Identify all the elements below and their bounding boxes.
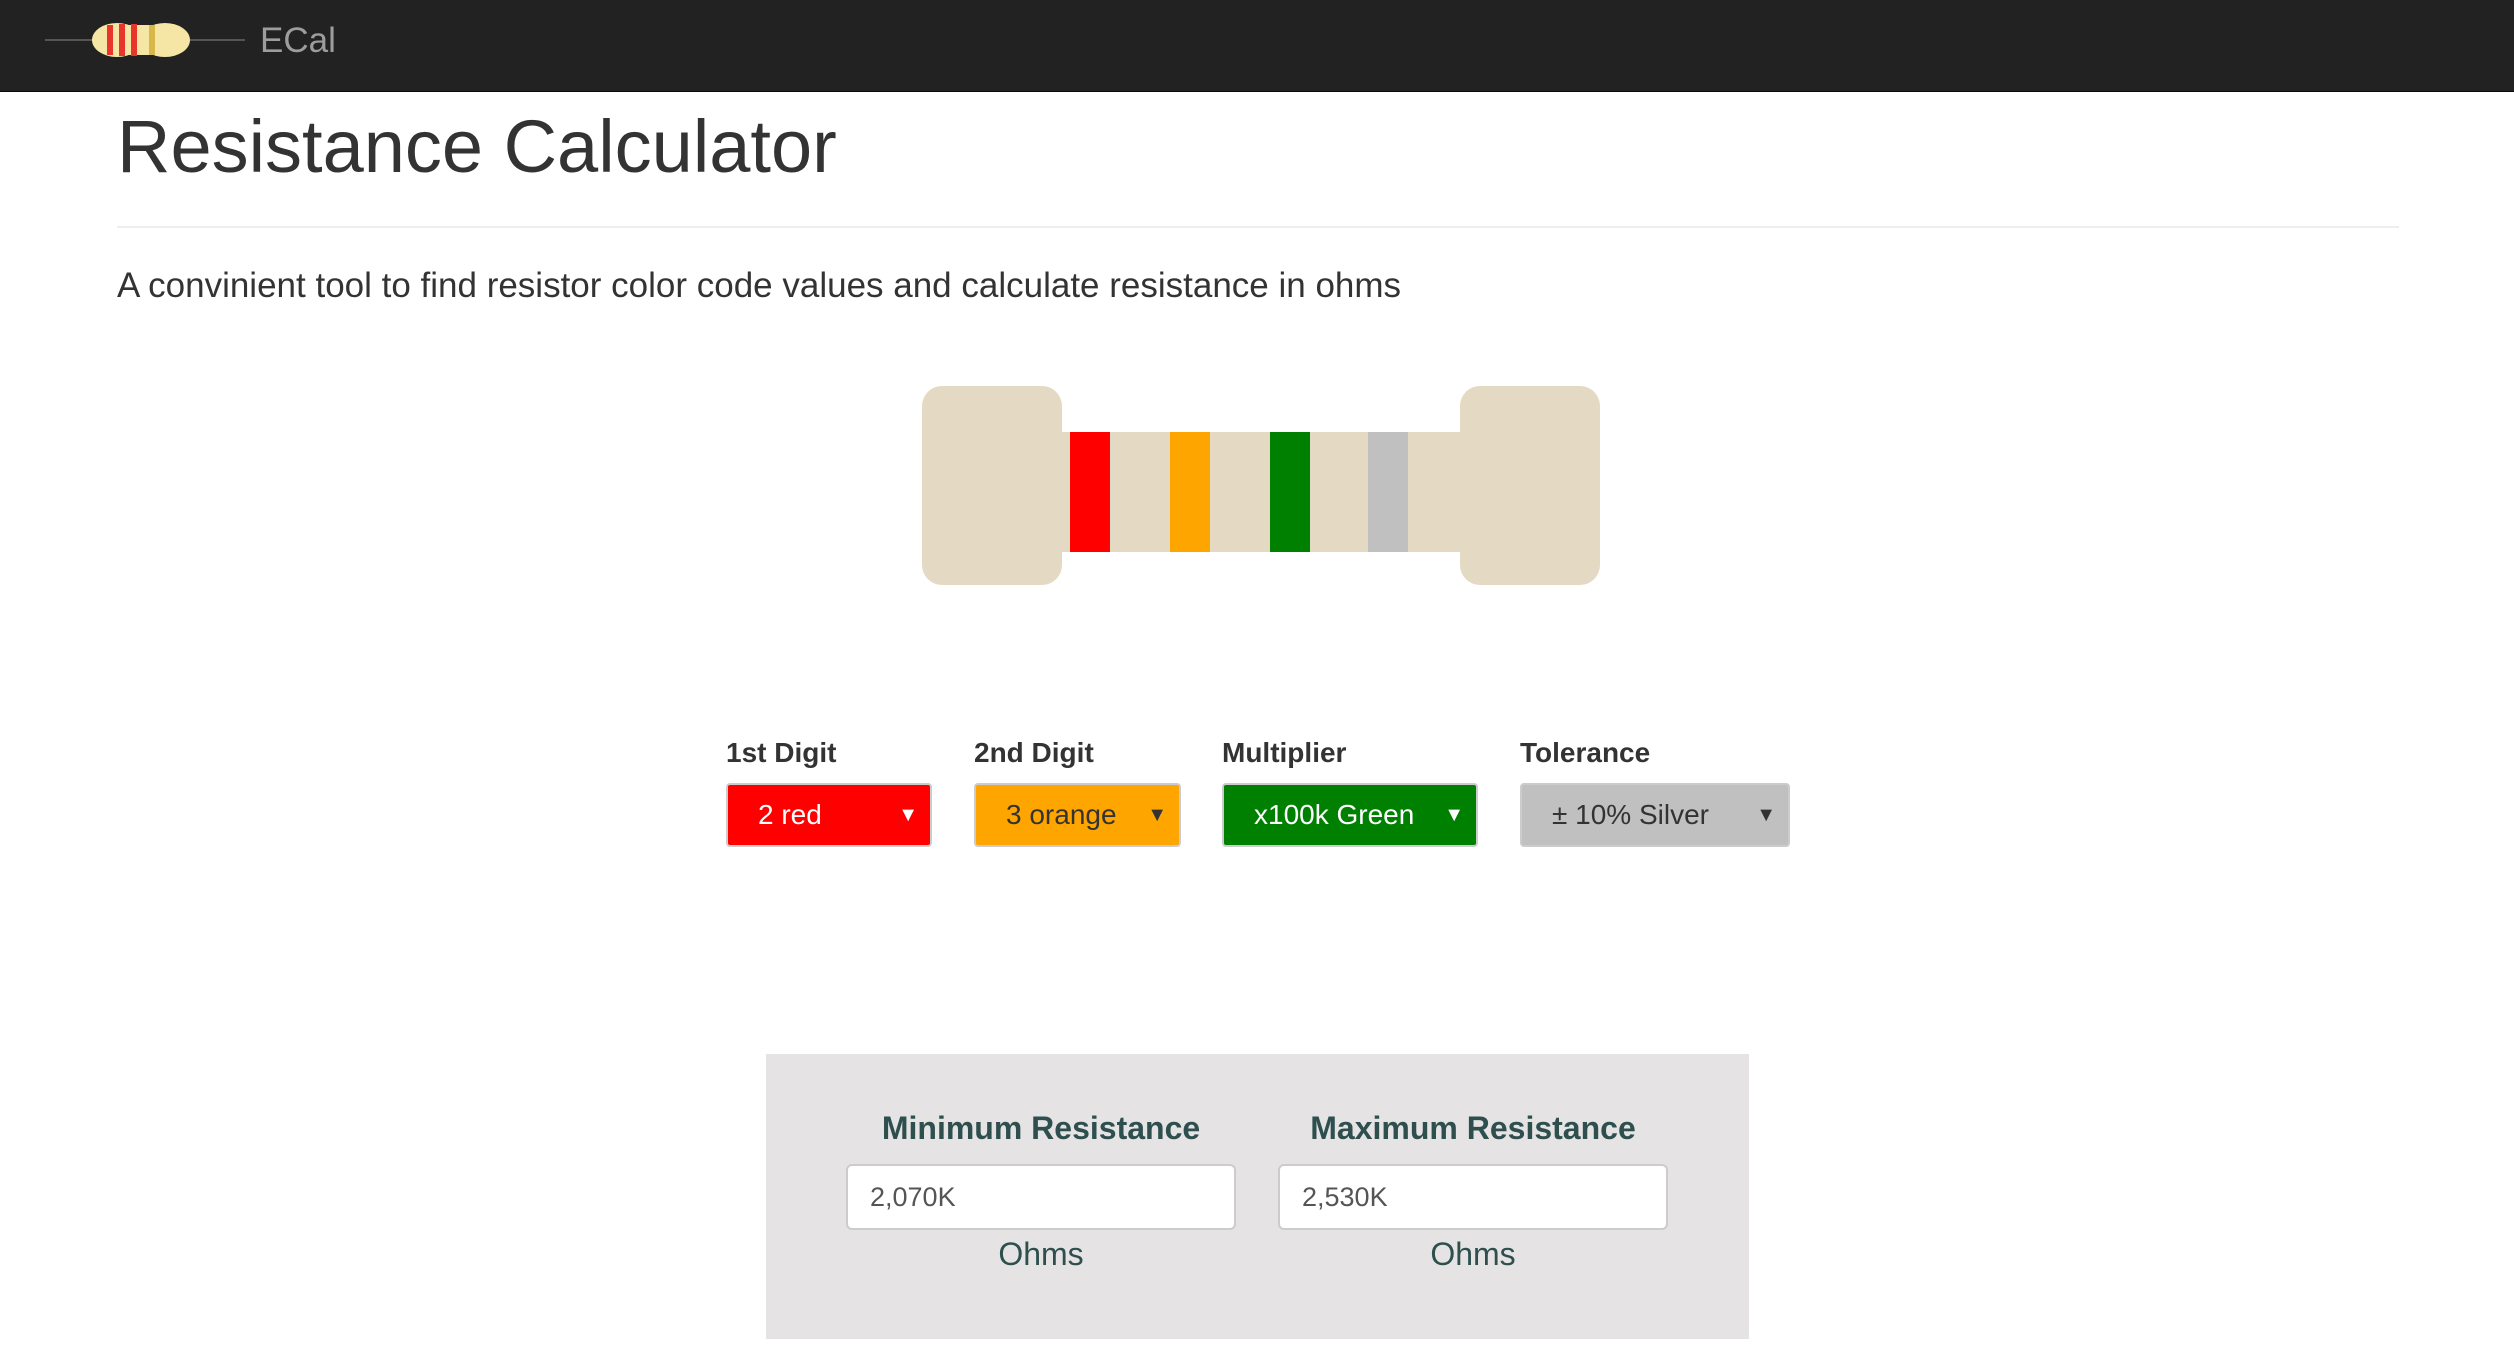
max-resistance-column: Maximum Resistance Ohms (1278, 1108, 1668, 1274)
page-title: Resistance Calculator (117, 105, 837, 188)
chevron-down-icon: ▼ (1756, 804, 1776, 826)
min-resistance-column: Minimum Resistance Ohms (846, 1108, 1236, 1274)
second-digit-label: 2nd Digit (974, 737, 1094, 768)
resistor-graphic (922, 386, 1600, 585)
min-resistance-heading: Minimum Resistance (881, 1110, 1201, 1146)
first-digit-group: 1st Digit 2 red ▼ (726, 735, 932, 847)
band-tolerance (1368, 432, 1408, 552)
page-description: A convinient tool to find resistor color… (117, 266, 1402, 305)
title-divider (117, 226, 2399, 228)
chevron-down-icon: ▼ (1444, 804, 1464, 826)
tolerance-group: Tolerance ± 10% Silver ▼ (1520, 735, 1790, 847)
band-multiplier (1270, 432, 1310, 552)
second-digit-group: 2nd Digit 3 orange ▼ (974, 735, 1181, 847)
resistor-icon[interactable] (45, 18, 245, 63)
tolerance-value: ± 10% Silver (1552, 799, 1709, 830)
multiplier-label: Multiplier (1222, 737, 1347, 768)
min-resistance-field[interactable] (846, 1164, 1236, 1230)
first-digit-value: 2 red (758, 799, 822, 830)
multiplier-select[interactable]: x100k Green ▼ (1222, 783, 1478, 847)
results-panel: Minimum Resistance Ohms Maximum Resistan… (766, 1054, 1749, 1339)
chevron-down-icon: ▼ (1147, 804, 1167, 826)
second-digit-select[interactable]: 3 orange ▼ (974, 783, 1181, 847)
tolerance-select[interactable]: ± 10% Silver ▼ (1520, 783, 1790, 847)
navbar: ECal (0, 0, 2514, 92)
second-digit-value: 3 orange (1006, 799, 1117, 830)
chevron-down-icon: ▼ (898, 804, 918, 826)
brand-name[interactable]: ECal (260, 22, 336, 60)
resistor-right-cap (1460, 386, 1600, 585)
max-resistance-field[interactable] (1278, 1164, 1668, 1230)
resistor-left-cap (922, 386, 1062, 585)
first-digit-select[interactable]: 2 red ▼ (726, 783, 932, 847)
max-resistance-unit: Ohms (1430, 1236, 1516, 1272)
multiplier-group: Multiplier x100k Green ▼ (1222, 735, 1478, 847)
band-second-digit (1170, 432, 1210, 552)
max-resistance-heading: Maximum Resistance (1310, 1110, 1636, 1146)
multiplier-value: x100k Green (1254, 799, 1415, 830)
min-resistance-unit: Ohms (998, 1236, 1084, 1272)
tolerance-label: Tolerance (1520, 737, 1651, 768)
first-digit-label: 1st Digit (726, 737, 837, 768)
band-first-digit (1070, 432, 1110, 552)
